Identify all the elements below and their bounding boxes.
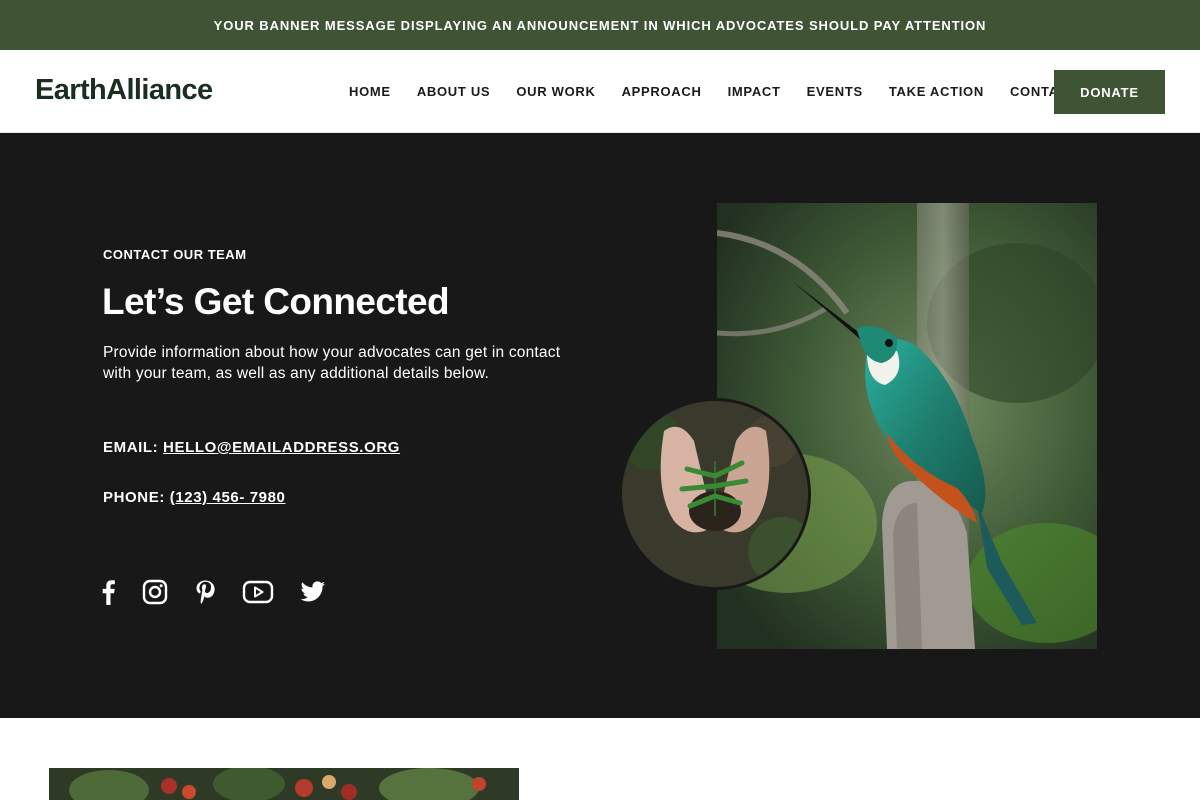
page-title: Let’s Get Connected xyxy=(102,281,450,322)
berries-photo xyxy=(49,768,519,800)
nav-our-work[interactable]: OUR WORK xyxy=(516,84,595,99)
banner-text: YOUR BANNER MESSAGE DISPLAYING AN ANNOUN… xyxy=(213,17,987,33)
phone-label: PHONE: xyxy=(103,489,165,506)
nav-take-action[interactable]: TAKE ACTION xyxy=(889,84,984,99)
contact-hero: CONTACT OUR TEAM Let’s Get Connected Pro… xyxy=(0,133,1200,718)
facebook-icon[interactable] xyxy=(100,579,116,605)
twitter-icon[interactable] xyxy=(300,581,326,603)
nav-home[interactable]: HOME xyxy=(349,84,391,99)
phone-link[interactable]: (123) 456- 7980 xyxy=(170,489,286,506)
nav-about-us[interactable]: ABOUT US xyxy=(417,84,491,99)
instagram-icon[interactable] xyxy=(142,579,168,605)
email-link[interactable]: HELLO@EMAILADDRESS.ORG xyxy=(163,439,400,456)
email-line: EMAIL: HELLO@EMAILADDRESS.ORG xyxy=(103,439,400,456)
section-eyebrow: CONTACT OUR TEAM xyxy=(103,247,247,262)
phone-line: PHONE: (123) 456- 7980 xyxy=(103,489,285,506)
nav-approach[interactable]: APPROACH xyxy=(622,84,702,99)
site-logo[interactable]: EarthAlliance xyxy=(35,74,213,107)
youtube-icon[interactable] xyxy=(242,580,274,604)
contact-description: Provide information about how your advoc… xyxy=(103,344,561,382)
main-nav: HOME ABOUT US OUR WORK APPROACH IMPACT E… xyxy=(349,84,1077,99)
announcement-banner: YOUR BANNER MESSAGE DISPLAYING AN ANNOUN… xyxy=(0,0,1200,50)
nav-impact[interactable]: IMPACT xyxy=(728,84,781,99)
hands-seedling-photo xyxy=(619,398,811,590)
site-header: EarthAlliance HOME ABOUT US OUR WORK APP… xyxy=(0,50,1200,133)
donate-button[interactable]: DONATE xyxy=(1054,70,1165,114)
pinterest-icon[interactable] xyxy=(194,579,216,605)
nav-events[interactable]: EVENTS xyxy=(807,84,863,99)
social-links xyxy=(100,579,352,605)
email-label: EMAIL: xyxy=(103,439,159,456)
